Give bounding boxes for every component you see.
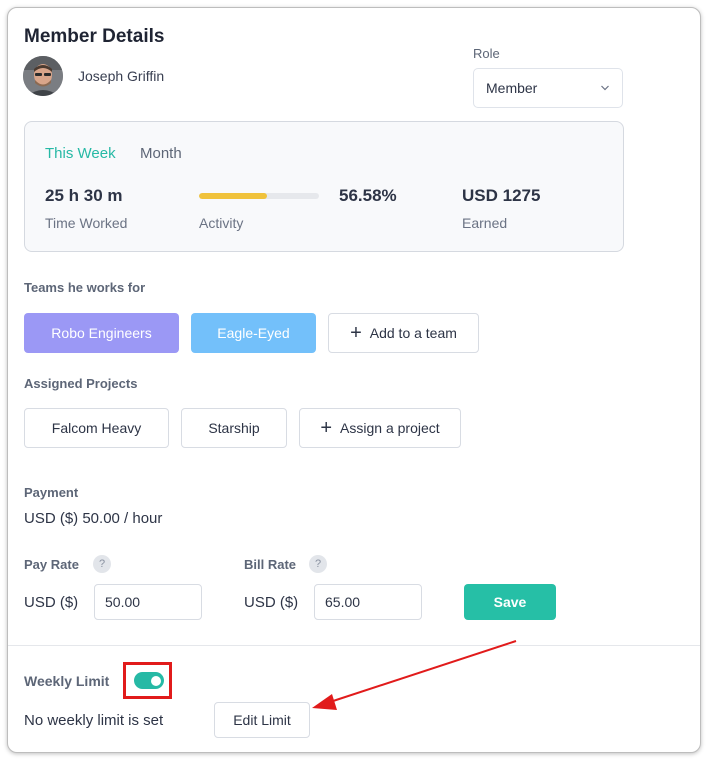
add-to-team-button[interactable]: + Add to a team xyxy=(328,313,479,353)
annotation-highlight-box xyxy=(123,662,172,699)
avatar xyxy=(23,56,63,96)
payment-value: USD ($) 50.00 / hour xyxy=(24,510,163,527)
teams-label: Teams he works for xyxy=(24,280,146,295)
stats-panel: This Week Month 25 h 30 m Time Worked Ac… xyxy=(24,121,624,252)
section-divider xyxy=(8,645,700,646)
activity-progress-fill xyxy=(199,193,267,199)
project-chip-falcom-heavy[interactable]: Falcom Heavy xyxy=(24,408,169,448)
activity-value: 56.58% xyxy=(339,186,397,205)
activity-label: Activity xyxy=(199,215,244,231)
avatar-portrait-icon xyxy=(23,56,63,96)
plus-icon: + xyxy=(320,417,333,439)
payment-label: Payment xyxy=(24,485,79,500)
page-title: Member Details xyxy=(24,26,165,47)
bill-rate-currency: USD ($) xyxy=(244,594,299,611)
bill-rate-help-icon[interactable]: ? xyxy=(309,555,327,573)
toggle-knob xyxy=(151,675,161,686)
time-worked-value: 25 h 30 m xyxy=(45,186,123,205)
pay-rate-label: Pay Rate xyxy=(24,557,79,572)
weekly-limit-toggle[interactable] xyxy=(134,672,164,689)
team-chip-robo-engineers[interactable]: Robo Engineers xyxy=(24,313,179,353)
earned-value: USD 1275 xyxy=(462,186,541,205)
assign-project-button[interactable]: + Assign a project xyxy=(299,408,461,448)
pay-rate-input[interactable] xyxy=(94,584,202,620)
weekly-limit-label: Weekly Limit xyxy=(24,673,110,689)
project-chip-starship[interactable]: Starship xyxy=(181,408,287,448)
chevron-down-icon xyxy=(601,85,609,91)
role-label: Role xyxy=(473,46,500,61)
member-details-card: Member Details Joseph Griffin Role Membe… xyxy=(7,7,701,753)
bill-rate-label: Bill Rate xyxy=(244,557,297,572)
pay-rate-help-icon[interactable]: ? xyxy=(93,555,111,573)
plus-icon: + xyxy=(350,322,362,344)
tab-this-week[interactable]: This Week xyxy=(45,145,116,162)
tab-month[interactable]: Month xyxy=(140,145,182,162)
earned-label: Earned xyxy=(462,215,508,231)
team-chip-eagle-eyed[interactable]: Eagle-Eyed xyxy=(191,313,316,353)
time-worked-label: Time Worked xyxy=(45,215,128,231)
bill-rate-input[interactable] xyxy=(314,584,422,620)
role-select-value: Member xyxy=(486,80,538,96)
assign-project-label: Assign a project xyxy=(340,420,440,436)
save-button[interactable]: Save xyxy=(464,584,556,620)
member-name: Joseph Griffin xyxy=(78,68,165,84)
weekly-limit-status: No weekly limit is set xyxy=(24,712,164,729)
role-select[interactable]: Member xyxy=(473,68,623,108)
activity-progress-bar xyxy=(199,193,319,199)
add-to-team-label: Add to a team xyxy=(369,325,457,341)
projects-label: Assigned Projects xyxy=(24,376,138,391)
edit-limit-button[interactable]: Edit Limit xyxy=(214,702,310,738)
pay-rate-currency: USD ($) xyxy=(24,594,79,611)
